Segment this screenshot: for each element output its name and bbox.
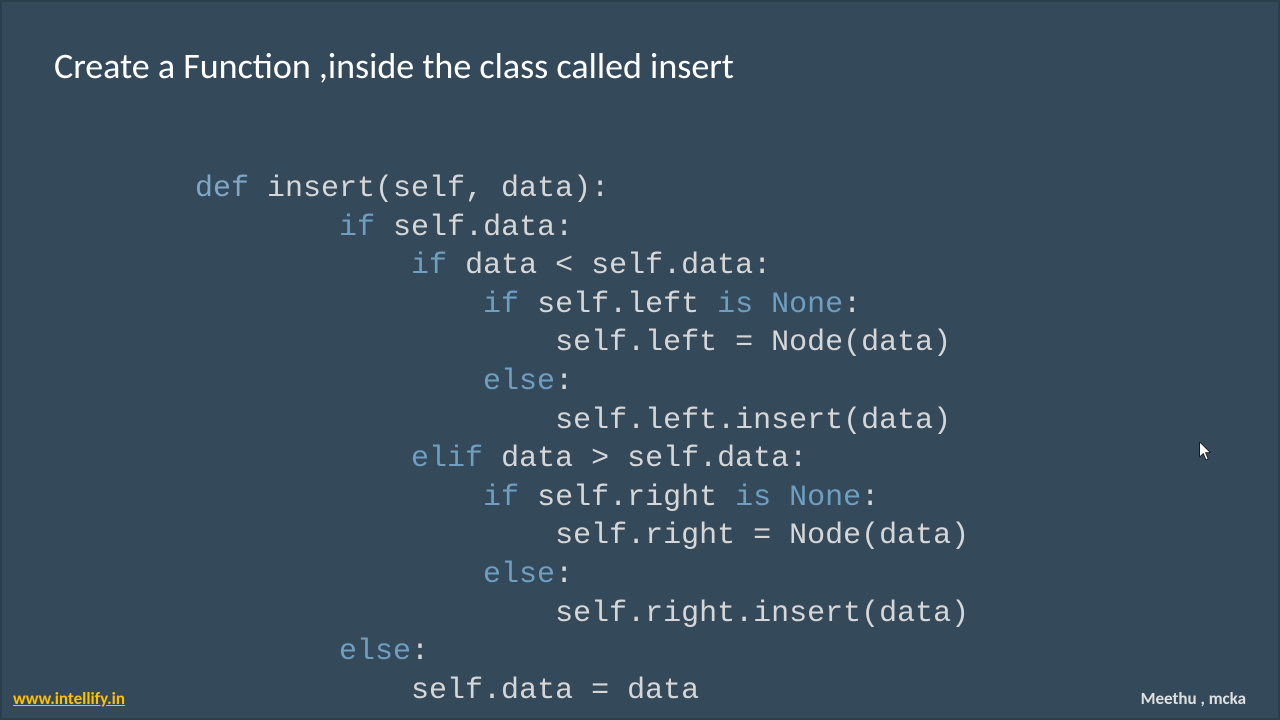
kw-else: else <box>339 635 411 669</box>
code-text: self.left <box>519 288 717 322</box>
code-text: self.data: <box>375 211 573 245</box>
indent <box>195 365 483 399</box>
kw-if: if <box>483 481 519 515</box>
indent <box>195 519 555 553</box>
footer-author: Meethu , mcka <box>1141 688 1246 709</box>
indent <box>195 211 339 245</box>
indent <box>195 635 339 669</box>
kw-elif: elif <box>411 442 483 476</box>
indent <box>195 326 555 360</box>
kw-none: None <box>789 481 861 515</box>
code-text: self.right <box>519 481 735 515</box>
code-line-13: else: <box>195 635 429 669</box>
code-line-1: def insert(self, data): <box>195 172 609 206</box>
indent <box>195 674 411 708</box>
code-line-4: if self.left is None: <box>195 288 861 322</box>
code-line-9: if self.right is None: <box>195 481 879 515</box>
kw-if: if <box>411 249 447 283</box>
code-line-3: if data < self.data: <box>195 249 771 283</box>
code-text: : <box>555 558 573 592</box>
code-line-7: self.left.insert(data) <box>195 404 951 438</box>
indent <box>195 404 555 438</box>
code-text: self.data = data <box>411 674 699 708</box>
kw-def: def <box>195 172 249 206</box>
code-line-11: else: <box>195 558 573 592</box>
indent <box>195 558 483 592</box>
indent <box>195 442 411 476</box>
kw-is: is <box>717 288 753 322</box>
indent <box>195 481 483 515</box>
kw-else: else <box>483 558 555 592</box>
kw-if: if <box>339 211 375 245</box>
code-text: : <box>843 288 861 322</box>
code-line-12: self.right.insert(data) <box>195 597 969 631</box>
indent <box>195 597 555 631</box>
kw-is: is <box>735 481 771 515</box>
footer-link[interactable]: www.intellify.in <box>13 688 125 709</box>
code-text: self.right = Node(data) <box>555 519 969 553</box>
code-line-10: self.right = Node(data) <box>195 519 969 553</box>
code-text: self.right.insert(data) <box>555 597 969 631</box>
indent <box>195 249 411 283</box>
kw-else: else <box>483 365 555 399</box>
code-text: : <box>861 481 879 515</box>
code-text: insert(self, data): <box>249 172 609 206</box>
code-text: self.left = Node(data) <box>555 326 951 360</box>
code-line-14: self.data = data <box>195 674 699 708</box>
kw-if: if <box>483 288 519 322</box>
code-text: : <box>411 635 429 669</box>
code-line-8: elif data > self.data: <box>195 442 807 476</box>
slide-title: Create a Function ,inside the class call… <box>54 44 734 88</box>
indent <box>195 288 483 322</box>
kw-none: None <box>771 288 843 322</box>
code-text: data < self.data: <box>447 249 771 283</box>
code-text: : <box>555 365 573 399</box>
code-block: def insert(self, data): if self.data: if… <box>195 170 969 710</box>
code-line-6: else: <box>195 365 573 399</box>
mouse-cursor-icon <box>1199 442 1213 462</box>
code-text: data > self.data: <box>483 442 807 476</box>
code-text: self.left.insert(data) <box>555 404 951 438</box>
code-line-2: if self.data: <box>195 211 573 245</box>
code-line-5: self.left = Node(data) <box>195 326 951 360</box>
